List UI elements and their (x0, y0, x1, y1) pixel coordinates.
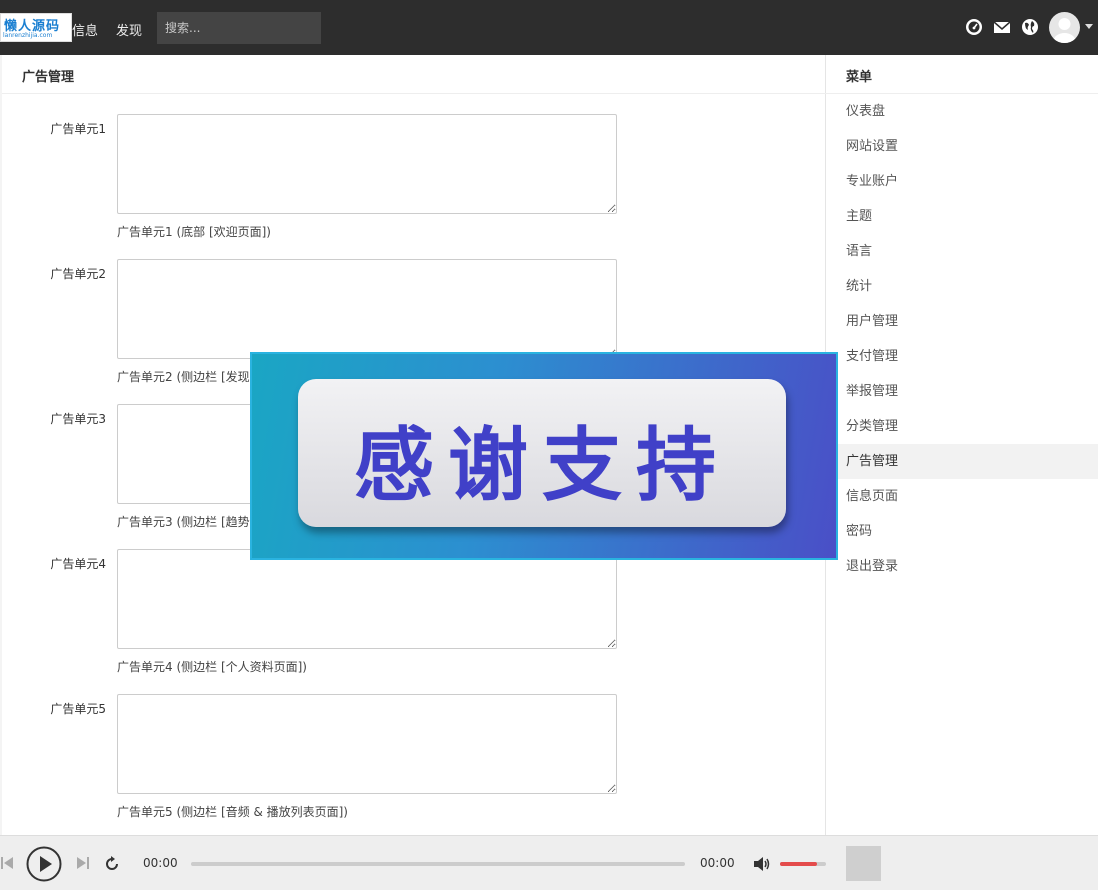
mail-icon[interactable] (993, 18, 1011, 36)
thanks-banner-overlay: 感谢支持 (250, 352, 838, 560)
dashboard-gauge-icon[interactable] (965, 18, 983, 36)
sidebar-item-statistics[interactable]: 统计 (826, 269, 1098, 304)
sidebar-item-payments[interactable]: 支付管理 (826, 339, 1098, 374)
ad-unit-1-label: 广告单元1 (50, 122, 106, 136)
logo-subtext: lanrenzhijia.com (3, 32, 53, 39)
caret-down-icon[interactable] (1085, 24, 1093, 29)
banner-plate: 感谢支持 (298, 379, 786, 527)
sidebar-item-dashboard[interactable]: 仪表盘 (826, 94, 1098, 129)
volume-fill (780, 862, 817, 866)
sidebar-item-password[interactable]: 密码 (826, 514, 1098, 549)
nav-link-discover[interactable]: 发现 (116, 20, 142, 39)
sidebar-item-info-pages[interactable]: 信息页面 (826, 479, 1098, 514)
divider (2, 93, 826, 94)
app-root: 懒人源码 lanrenzhijia.com 信息 发现 搜索... 广告管理 广… (0, 0, 1098, 890)
sidebar-item-reports[interactable]: 举报管理 (826, 374, 1098, 409)
previous-track-icon[interactable] (0, 855, 14, 871)
current-time: 00:00 (143, 856, 178, 870)
ad-unit-4-label: 广告单元4 (50, 557, 106, 571)
volume-slider[interactable] (780, 862, 826, 866)
search-input[interactable] (157, 12, 321, 44)
globe-icon[interactable] (1021, 18, 1039, 36)
banner-text: 感谢支持 (354, 419, 730, 512)
ad-unit-5-label: 广告单元5 (50, 702, 106, 716)
sidebar-item-pro-account[interactable]: 专业账户 (826, 164, 1098, 199)
user-avatar-icon (1053, 18, 1076, 43)
play-icon[interactable] (26, 846, 62, 882)
ad-unit-4-help: 广告单元4 (侧边栏 [个人资料页面]) (117, 660, 307, 674)
progress-bar[interactable] (191, 862, 685, 866)
ad-unit-1-help: 广告单元1 (底部 [欢迎页面]) (117, 225, 271, 239)
sidebar-menu: 菜单 仪表盘 网站设置 专业账户 主题 语言 统计 用户管理 支付管理 举报管理… (826, 55, 1098, 835)
sidebar-item-themes[interactable]: 主题 (826, 199, 1098, 234)
panel-title: 广告管理 (22, 70, 75, 85)
site-logo[interactable]: 懒人源码 lanrenzhijia.com (0, 13, 72, 42)
track-cover-art[interactable] (846, 846, 881, 881)
ad-unit-5-textarea[interactable] (117, 694, 617, 794)
audio-player: 00:00 00:00 (0, 835, 1098, 890)
next-track-icon[interactable] (76, 855, 90, 871)
sidebar-item-users[interactable]: 用户管理 (826, 304, 1098, 339)
ad-unit-3-label: 广告单元3 (50, 412, 106, 426)
sidebar-item-logout[interactable]: 退出登录 (826, 549, 1098, 584)
total-time: 00:00 (700, 856, 735, 870)
repeat-icon[interactable] (104, 856, 120, 872)
volume-icon[interactable] (753, 856, 771, 872)
sidebar-title: 菜单 (846, 70, 873, 85)
sidebar-item-languages[interactable]: 语言 (826, 234, 1098, 269)
sidebar-item-site-settings[interactable]: 网站设置 (826, 129, 1098, 164)
top-navbar: 懒人源码 lanrenzhijia.com 信息 发现 (0, 0, 1098, 55)
user-avatar[interactable] (1049, 12, 1080, 43)
nav-link-messages[interactable]: 信息 (72, 20, 98, 39)
ad-unit-4-textarea[interactable] (117, 549, 617, 649)
sidebar-item-ads[interactable]: 广告管理 (826, 444, 1098, 479)
ad-unit-1-textarea[interactable] (117, 114, 617, 214)
ad-unit-5-help: 广告单元5 (侧边栏 [音频 & 播放列表页面]) (117, 805, 348, 819)
sidebar-item-categories[interactable]: 分类管理 (826, 409, 1098, 444)
ad-unit-2-label: 广告单元2 (50, 267, 106, 281)
ad-unit-2-textarea[interactable] (117, 259, 617, 359)
